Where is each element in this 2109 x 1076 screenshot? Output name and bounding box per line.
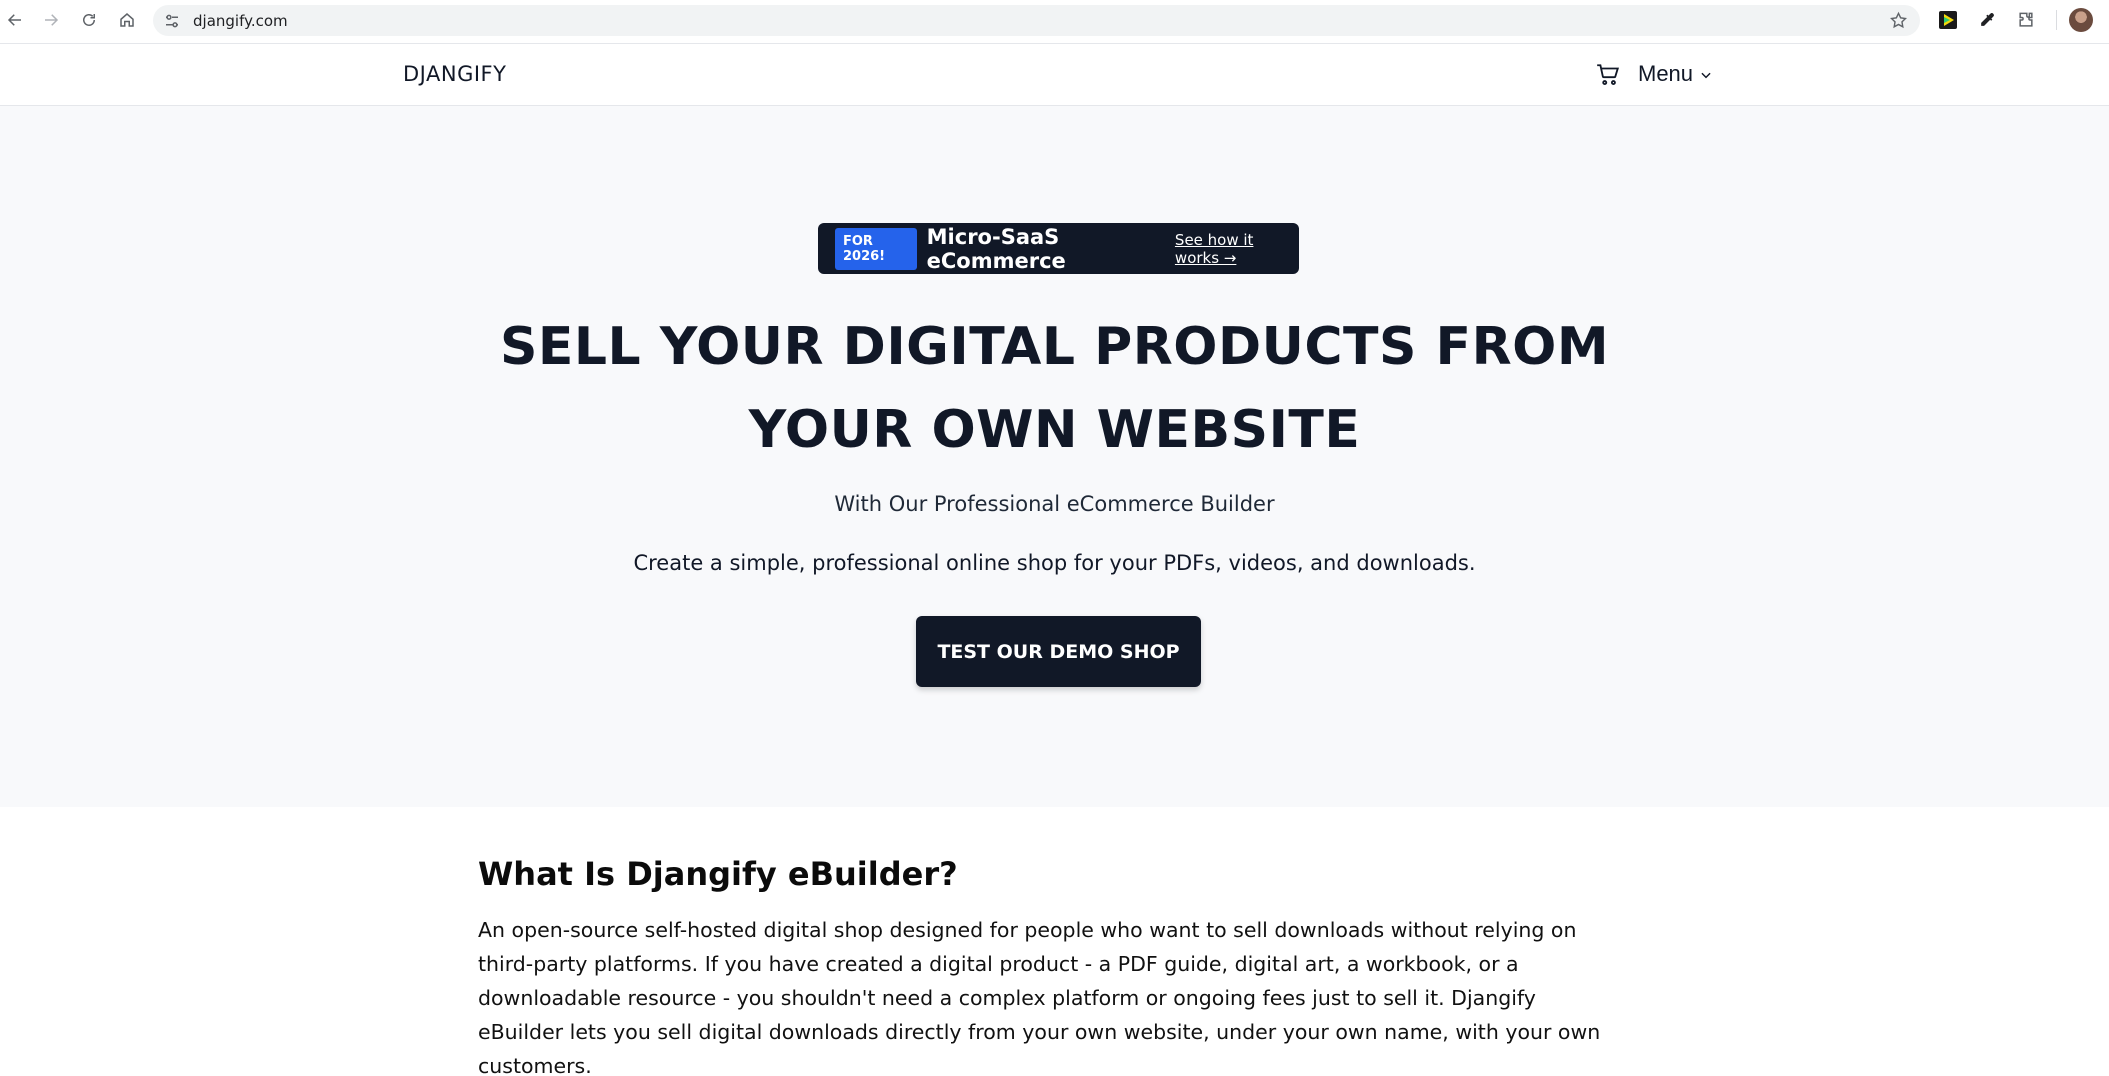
headline-line-1: SELL YOUR DIGITAL PRODUCTS FROM (499, 317, 1610, 377)
address-bar[interactable]: djangify.com (153, 5, 1920, 36)
about-heading: What Is Djangify eBuilder? (478, 855, 958, 893)
announcement-banner[interactable]: FOR 2026! Micro-SaaS eCommerce See how i… (818, 223, 1299, 274)
announcement-badge: FOR 2026! (835, 227, 917, 270)
home-button[interactable] (112, 5, 142, 35)
page-title: SELL YOUR DIGITAL PRODUCTS FROM YOUR OWN… (0, 306, 2109, 472)
brand-logo[interactable]: DJANGIFY (403, 62, 506, 86)
headline-line-2: YOUR OWN WEBSITE (748, 400, 1361, 460)
toolbar-divider (2056, 10, 2057, 30)
eyedropper-icon[interactable] (1975, 8, 1999, 32)
hero-description: Create a simple, professional online sho… (633, 551, 1476, 575)
forward-button[interactable] (36, 5, 66, 35)
home-icon (120, 13, 134, 27)
avatar[interactable] (2069, 8, 2093, 32)
browser-toolbar: djangify.com (0, 0, 2109, 42)
reload-icon (83, 14, 95, 26)
star-icon[interactable] (1889, 11, 1908, 30)
tune-icon[interactable] (163, 12, 181, 30)
url-text[interactable]: djangify.com (193, 12, 288, 30)
media-extension-icon[interactable] (1936, 8, 1960, 32)
chevron-down-icon (1701, 72, 1711, 79)
arrow-right-icon (45, 14, 59, 26)
back-button[interactable] (0, 5, 30, 35)
arrow-left-icon (7, 14, 21, 26)
menu-label: Menu (1638, 61, 1694, 86)
announcement-title: Micro-SaaS eCommerce (926, 224, 1066, 273)
hero-subheading: With Our Professional eCommerce Builder (834, 492, 1275, 516)
site-header: DJANGIFY Menu (0, 43, 2109, 106)
demo-shop-button[interactable]: TEST OUR DEMO SHOP (916, 616, 1201, 687)
puzzle-icon[interactable] (2014, 8, 2038, 32)
cart-icon[interactable] (1595, 62, 1621, 88)
menu-dropdown[interactable]: Menu (1638, 61, 1713, 87)
see-how-it-works-link[interactable]: See how it works → (1175, 231, 1299, 267)
hero-section: FOR 2026! Micro-SaaS eCommerce See how i… (0, 106, 2109, 807)
reload-button[interactable] (74, 5, 104, 35)
about-paragraph: An open-source self-hosted digital shop … (478, 918, 1601, 1076)
